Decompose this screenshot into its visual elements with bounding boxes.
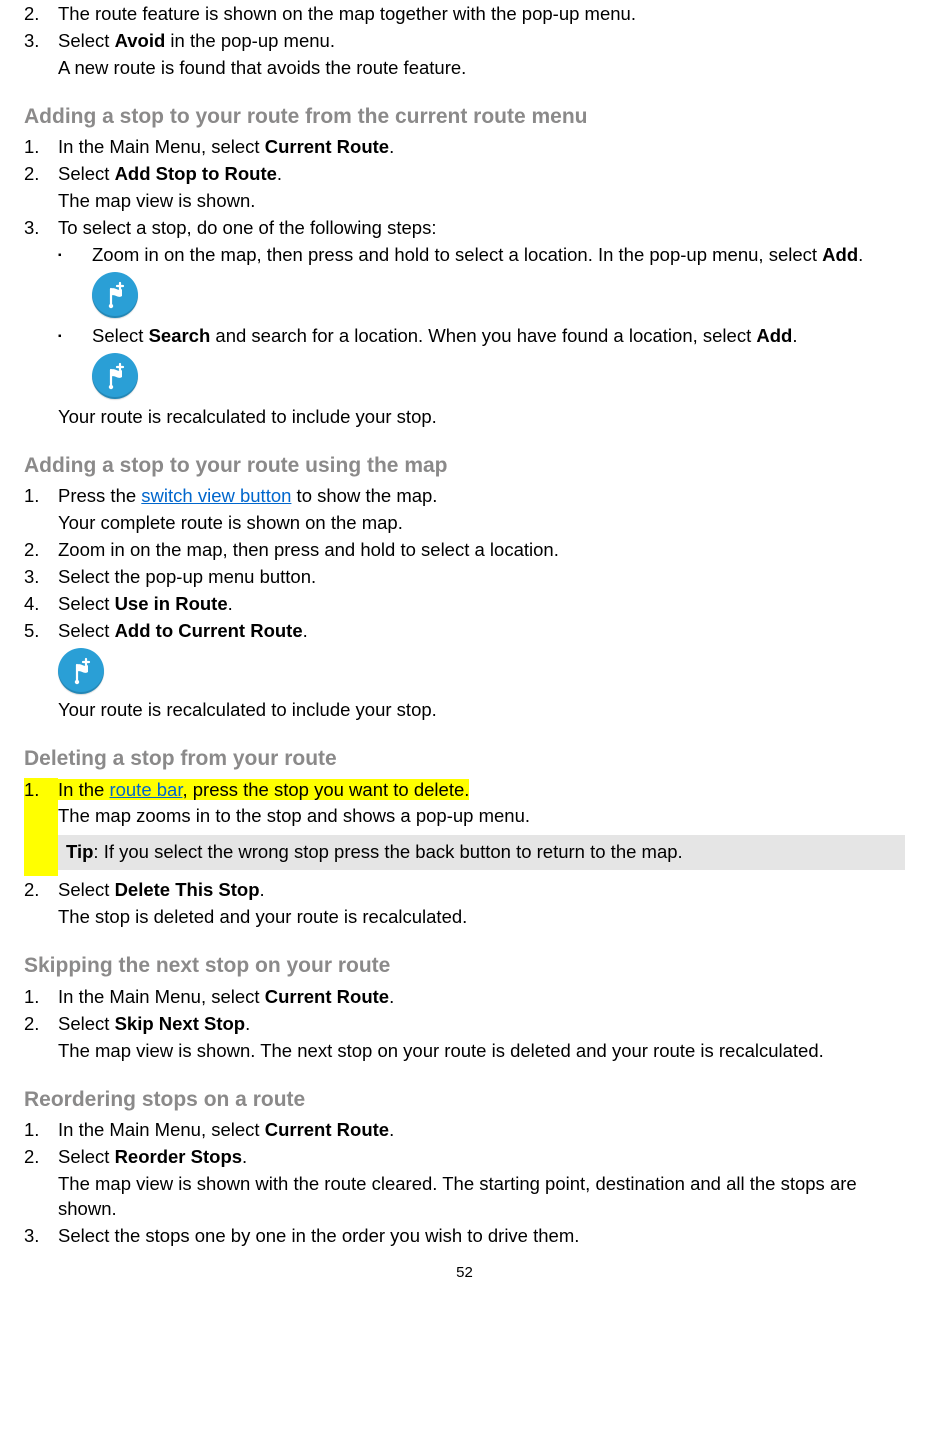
tip-box: Tip: If you select the wrong stop press … [58, 835, 905, 870]
list-item: 3. To select a stop, do one of the follo… [24, 216, 905, 430]
add-stop-flag-icon [58, 648, 104, 694]
section-add-stop-map: Adding a stop to your route using the ma… [24, 452, 905, 723]
list-item: 3. Select the stops one by one in the or… [24, 1224, 905, 1249]
add-stop-flag-icon [92, 353, 138, 399]
list-item: 1. In the Main Menu, select Current Rout… [24, 1118, 905, 1143]
list-item: 5. Select Add to Current Route. Your rou… [24, 619, 905, 723]
list-item: 1. In the Main Menu, select Current Rout… [24, 135, 905, 160]
list-item: ▪ Zoom in on the map, then press and hol… [58, 243, 905, 322]
steps-list: 1. In the Main Menu, select Current Rout… [24, 1118, 905, 1249]
step-body: Select Avoid in the pop-up menu. A new r… [58, 29, 905, 81]
steps-list: 1. In the Main Menu, select Current Rout… [24, 135, 905, 430]
list-item: 2. The route feature is shown on the map… [24, 2, 905, 27]
section-heading: Reordering stops on a route [24, 1086, 905, 1114]
list-item: 2. Select Delete This Stop. The stop is … [24, 878, 905, 930]
bullet-marker: ▪ [58, 324, 92, 403]
list-item: 3. Select the pop-up menu button. [24, 565, 905, 590]
step-number: 3. [24, 29, 58, 81]
sub-bullets: ▪ Zoom in on the map, then press and hol… [58, 243, 905, 403]
add-stop-flag-icon [92, 272, 138, 318]
list-item: 2. Zoom in on the map, then press and ho… [24, 538, 905, 563]
list-item: ▪ Select Search and search for a locatio… [58, 324, 905, 403]
step-number: 2. [24, 2, 58, 27]
section-heading: Skipping the next stop on your route [24, 952, 905, 980]
bullet-marker: ▪ [58, 243, 92, 322]
section-reorder-stops: Reordering stops on a route 1. In the Ma… [24, 1086, 905, 1249]
page-number: 52 [24, 1263, 905, 1283]
section-heading: Deleting a stop from your route [24, 745, 905, 773]
list-item: 1. Press the switch view button to show … [24, 484, 905, 536]
steps-list: 1. In the Main Menu, select Current Rout… [24, 985, 905, 1064]
tip-label: Tip [66, 841, 93, 862]
section-delete-stop: Deleting a stop from your route 1. In th… [24, 745, 905, 930]
list-item: 2. Select Skip Next Stop. The map view i… [24, 1012, 905, 1064]
highlighted-text: In the route bar, press the stop you wan… [58, 779, 469, 800]
list-item: 3. Select Avoid in the pop-up menu. A ne… [24, 29, 905, 81]
section-heading: Adding a stop to your route from the cur… [24, 103, 905, 131]
list-item: 2. Select Add Stop to Route. The map vie… [24, 162, 905, 214]
route-bar-link[interactable]: route bar [109, 779, 182, 800]
continuing-steps: 2. The route feature is shown on the map… [24, 2, 905, 81]
section-skip-stop: Skipping the next stop on your route 1. … [24, 952, 905, 1063]
steps-list: 1. Press the switch view button to show … [24, 484, 905, 723]
steps-list: 1. In the route bar, press the stop you … [24, 778, 905, 931]
section-heading: Adding a stop to your route using the ma… [24, 452, 905, 480]
step-body: The route feature is shown on the map to… [58, 2, 905, 27]
switch-view-link[interactable]: switch view button [141, 485, 291, 506]
list-item: 1. In the Main Menu, select Current Rout… [24, 985, 905, 1010]
list-item: 2. Select Reorder Stops. The map view is… [24, 1145, 905, 1222]
list-item: 4. Select Use in Route. [24, 592, 905, 617]
section-add-stop-menu: Adding a stop to your route from the cur… [24, 103, 905, 430]
list-item: 1. In the route bar, press the stop you … [24, 778, 905, 877]
